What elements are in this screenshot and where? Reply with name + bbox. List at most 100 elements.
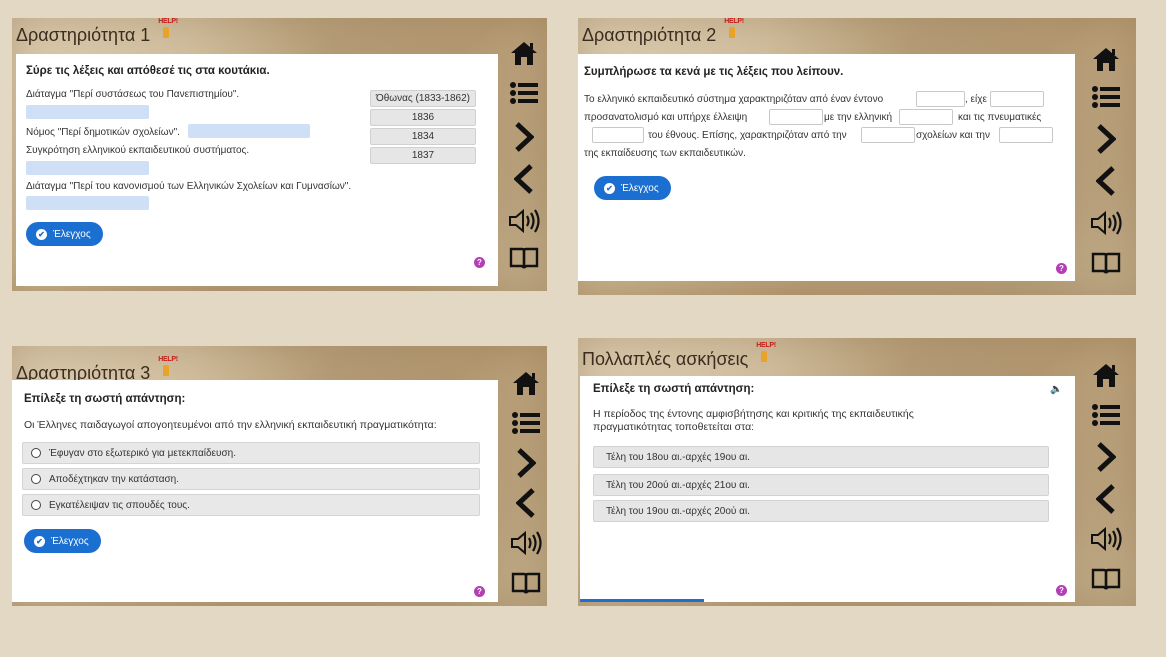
instruction-text: Επίλεξε τη σωστή απάντηση:: [593, 383, 755, 395]
previous-icon[interactable]: [1086, 164, 1126, 198]
nav-sidebar: [1086, 360, 1126, 600]
paragraph-text: με την ελληνική: [824, 112, 893, 123]
activity-card: Επίλεξε τη σωστή απάντηση: 🔈 Η περίοδος …: [580, 376, 1075, 602]
activity-card: Επίλεξε τη σωστή απάντηση: Οι Έλληνες πα…: [12, 380, 498, 602]
book-icon[interactable]: [1086, 564, 1126, 594]
list-icon[interactable]: [506, 408, 546, 438]
drop-zone-4[interactable]: [26, 196, 149, 210]
list-icon[interactable]: [504, 78, 544, 108]
draggable-chip[interactable]: Όθωνας (1833-1862): [370, 90, 476, 107]
sentence-1: Διάταγμα "Περί συστάσεως του Πανεπιστημί…: [26, 89, 240, 100]
draggable-chip[interactable]: 1834: [370, 128, 476, 145]
answer-option[interactable]: Αποδέχτηκαν την κατάσταση.: [22, 468, 480, 490]
home-icon[interactable]: [506, 368, 546, 398]
activity-title: Πολλαπλές ασκήσεις HELP!: [578, 342, 776, 376]
paragraph-text: της εκπαίδευσης των εκπαιδευτικών.: [584, 148, 746, 159]
help-badge-icon[interactable]: HELP!: [756, 342, 776, 364]
home-icon[interactable]: [1086, 360, 1126, 390]
help-icon[interactable]: ?: [474, 586, 485, 597]
check-button[interactable]: ✔ Έλεγχος: [26, 222, 103, 246]
option-label: Έφυγαν στο εξωτερικό για μετεκπαίδευση.: [49, 447, 236, 459]
answer-option[interactable]: Τέλη του 19ου αι.-αρχές 20ού αι.: [593, 500, 1049, 522]
blank-input-1[interactable]: [916, 91, 965, 107]
answer-option[interactable]: Τέλη του 18ου αι.-αρχές 19ου αι.: [593, 446, 1049, 468]
activity-title-text: Δραστηριότητα 2: [582, 24, 717, 45]
help-badge-icon[interactable]: HELP!: [724, 18, 744, 40]
check-button-label: Έλεγχος: [51, 535, 89, 547]
help-icon[interactable]: ?: [474, 257, 485, 268]
check-button[interactable]: ✔ Έλεγχος: [24, 529, 101, 553]
check-button-label: Έλεγχος: [53, 228, 91, 240]
next-icon[interactable]: [504, 120, 544, 154]
draggable-chip[interactable]: 1837: [370, 147, 476, 164]
audio-icon[interactable]: [1086, 208, 1126, 238]
activity-card: Σύρε τις λέξεις και απόθεσέ τις στα κουτ…: [16, 54, 498, 286]
drop-zone-1[interactable]: [26, 105, 149, 119]
radio-icon: [31, 500, 41, 510]
check-icon: ✔: [34, 535, 45, 547]
book-icon[interactable]: [1086, 248, 1126, 278]
nav-sidebar: [506, 368, 546, 608]
list-icon[interactable]: [1086, 400, 1126, 430]
blank-input-3[interactable]: [769, 109, 823, 125]
check-button-label: Έλεγχος: [621, 182, 659, 194]
list-icon[interactable]: [1086, 82, 1126, 112]
previous-icon[interactable]: [506, 486, 546, 520]
next-icon[interactable]: [1086, 122, 1126, 156]
activity-title: Δραστηριότητα 1 HELP!: [12, 18, 178, 52]
blank-input-7[interactable]: [999, 127, 1053, 143]
paragraph-text: Το ελληνικό εκπαιδευτικό σύστημα χαρακτη…: [584, 94, 884, 105]
answer-option[interactable]: Έφυγαν στο εξωτερικό για μετεκπαίδευση.: [22, 442, 480, 464]
drop-zone-3[interactable]: [26, 161, 149, 175]
question-text: Οι Έλληνες παιδαγωγοί απογοητευμένοι από…: [24, 419, 437, 431]
question-text-line-1: Η περίοδος της έντονης αμφισβήτησης και …: [593, 408, 914, 420]
radio-icon: [31, 474, 41, 484]
help-badge-icon[interactable]: HELP!: [158, 356, 178, 378]
blank-input-6[interactable]: [861, 127, 915, 143]
radio-icon: [31, 448, 41, 458]
activity-panel-2: Δραστηριότητα 2 HELP! Συμπλήρωσε τα κενά…: [578, 18, 1136, 295]
activity-title-text: Δραστηριότητα 1: [16, 24, 151, 45]
draggable-chip[interactable]: 1836: [370, 109, 476, 126]
home-icon[interactable]: [504, 38, 544, 68]
speaker-icon[interactable]: 🔈: [1050, 384, 1062, 395]
blank-input-4[interactable]: [899, 109, 953, 125]
paragraph-text: και τις πνευματικές: [958, 112, 1042, 123]
help-badge-icon[interactable]: HELP!: [158, 18, 178, 40]
check-button[interactable]: ✔ Έλεγχος: [594, 176, 671, 200]
activity-title: Δραστηριότητα 2 HELP!: [578, 18, 744, 52]
home-icon[interactable]: [1086, 44, 1126, 74]
activity-panel-3: Δραστηριότητα 3 HELP! Επίλεξε τη σωστή α…: [12, 346, 547, 606]
audio-icon[interactable]: [504, 206, 544, 236]
answer-option[interactable]: Εγκατέλειψαν τις σπουδές τους.: [22, 494, 480, 516]
instruction-text: Σύρε τις λέξεις και απόθεσέ τις στα κουτ…: [26, 65, 270, 77]
check-icon: ✔: [604, 182, 615, 194]
blank-input-2[interactable]: [990, 91, 1044, 107]
paragraph-text: του έθνους. Επίσης, χαρακτηριζόταν από τ…: [648, 130, 847, 141]
audio-icon[interactable]: [1086, 524, 1126, 554]
next-icon[interactable]: [506, 446, 546, 480]
nav-sidebar: [504, 38, 544, 278]
answer-option[interactable]: Τέλη του 20ού αι.-αρχές 21ου αι.: [593, 474, 1049, 496]
option-label: Εγκατέλειψαν τις σπουδές τους.: [49, 499, 190, 511]
sentence-3: Συγκρότηση ελληνικού εκπαιδευτικού συστή…: [26, 145, 250, 156]
drop-zone-2[interactable]: [188, 124, 310, 138]
sentence-2: Νόμος "Περί δημοτικών σχολείων".: [26, 127, 180, 138]
book-icon[interactable]: [504, 243, 544, 273]
previous-icon[interactable]: [504, 162, 544, 196]
help-icon[interactable]: ?: [1056, 263, 1067, 274]
next-icon[interactable]: [1086, 440, 1126, 474]
previous-icon[interactable]: [1086, 482, 1126, 516]
paragraph-text: σχολείων και την: [916, 130, 990, 141]
activity-title-text: Πολλαπλές ασκήσεις: [582, 348, 749, 369]
sentence-4: Διάταγμα "Περί του κανονισμού των Ελληνι…: [26, 181, 352, 192]
paragraph-text: προσανατολισμό και υπήρχε έλλειψη: [584, 112, 748, 123]
activity-panel-4: Πολλαπλές ασκήσεις HELP! Επίλεξε τη σωστ…: [578, 338, 1136, 606]
help-icon[interactable]: ?: [1056, 585, 1067, 596]
nav-sidebar: [1086, 44, 1126, 284]
blank-input-5[interactable]: [592, 127, 644, 143]
audio-icon[interactable]: [506, 528, 546, 558]
book-icon[interactable]: [506, 568, 546, 598]
check-icon: ✔: [36, 228, 47, 240]
progress-bar: [580, 599, 704, 602]
